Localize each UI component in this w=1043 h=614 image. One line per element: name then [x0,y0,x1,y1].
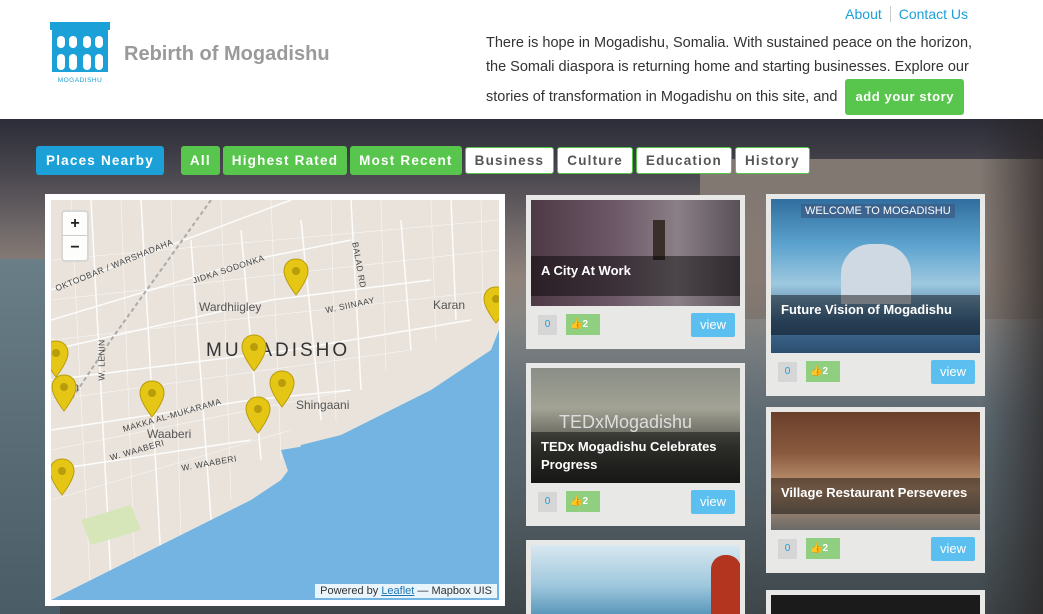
logo-text: MOGADISHU [58,77,103,84]
map-place-label: Karan [433,298,466,312]
story-meta: 0 👍2 view [531,483,740,521]
map-pin-icon[interactable] [51,458,75,496]
map-pin-icon[interactable] [245,396,271,434]
site-header: MOGADISHU Rebirth of Mogadishu About Con… [0,0,1043,119]
story-image[interactable] [531,545,740,614]
comment-count[interactable]: 0 [538,492,557,512]
thumbs-up-icon: 👍 [810,366,823,377]
story-image[interactable]: A City At Work [531,200,740,306]
map-pin-icon[interactable] [483,286,499,324]
contact-us-link[interactable]: Contact Us [891,6,976,22]
like-count: 2 [822,543,829,554]
story-title[interactable]: Future Vision of Mogadishu [771,295,980,335]
comment-count[interactable]: 0 [778,539,797,559]
story-card[interactable]: WELCOME TO MOGADISHU Future Vision of Mo… [766,194,985,396]
comment-count[interactable]: 0 [778,362,797,382]
map-road-label: W. LENIN [96,339,107,381]
leaflet-link[interactable]: Leaflet [381,585,414,597]
like-count: 2 [822,366,829,377]
map-place-label: Wardhiigley [199,300,262,314]
story-meta: 0 👍2 view [771,353,980,391]
site-title[interactable]: Rebirth of Mogadishu [124,43,330,66]
story-meta: 0 👍2 view [531,306,740,344]
story-card[interactable] [766,590,985,614]
welcome-overlay-text: WELCOME TO MOGADISHU [801,204,955,218]
tedx-overlay-text: TEDxMogadishu [559,412,693,432]
attribution-prefix: Powered by [320,585,379,597]
places-nearby-button[interactable]: Places Nearby [36,146,164,175]
zoom-in-button[interactable]: + [63,212,87,236]
filter-bar: Places Nearby All Highest Rated Most Rec… [36,146,813,175]
map-attribution: Powered by Leaflet — Mapbox UIS [315,584,497,598]
story-image[interactable]: TEDxMogadishu TEDx Mogadishu Celebrates … [531,368,740,483]
view-button[interactable]: view [691,313,735,337]
filter-culture[interactable]: Culture [557,147,633,174]
map-pin-icon[interactable] [51,340,69,378]
filter-business[interactable]: Business [464,147,555,174]
filter-education[interactable]: Education [635,147,732,174]
thumbs-up-icon: 👍 [810,543,823,554]
view-button[interactable]: view [691,490,735,514]
story-meta: 0 👍2 view [771,530,980,568]
comment-count[interactable]: 0 [538,315,557,335]
story-card[interactable]: A City At Work 0 👍2 view [526,195,745,349]
filter-history[interactable]: History [734,147,810,174]
like-button[interactable]: 👍2 [566,314,600,335]
like-count: 2 [582,496,589,507]
map-pin-icon[interactable] [51,374,77,412]
thumbs-up-icon: 👍 [570,496,583,507]
like-count: 2 [582,319,589,330]
background-tree [980,119,1043,614]
add-your-story-button[interactable]: add your story [845,79,965,115]
map-pin-icon[interactable] [139,380,165,418]
map-place-label: Shingaani [296,398,350,412]
story-image[interactable]: WELCOME TO MOGADISHU Future Vision of Mo… [771,199,980,353]
story-title[interactable]: A City At Work [531,256,740,296]
map-pin-icon[interactable] [283,258,309,296]
story-image[interactable] [771,595,980,614]
zoom-out-button[interactable]: − [63,236,87,260]
map-pin-icon[interactable] [241,334,267,372]
intro-text: There is hope in Mogadishu, Somalia. Wit… [486,31,976,115]
story-image-figure [653,220,665,260]
view-button[interactable]: view [931,537,975,561]
map-city-label: MUGADISHO [206,340,351,361]
story-card[interactable]: TEDxMogadishu TEDx Mogadishu Celebrates … [526,363,745,526]
filter-most-recent[interactable]: Most Recent [350,146,462,175]
story-title[interactable]: TEDx Mogadishu Celebrates Progress [531,432,740,483]
filter-highest-rated[interactable]: Highest Rated [222,146,348,175]
like-button[interactable]: 👍2 [566,491,600,512]
story-card[interactable]: Village Restaurant Perseveres 0 👍2 view [766,407,985,573]
thumbs-up-icon: 👍 [570,319,583,330]
zoom-control: + − [61,210,89,262]
map-panel: + − MUGADISHO Wardhiigley Karan Shingaan… [45,194,505,606]
like-button[interactable]: 👍2 [806,361,840,382]
filter-all[interactable]: All [180,146,220,175]
story-title[interactable]: Village Restaurant Perseveres [771,478,980,514]
story-image[interactable]: Village Restaurant Perseveres [771,412,980,530]
attribution-suffix: — Mapbox UIS [417,585,492,597]
like-button[interactable]: 👍2 [806,538,840,559]
story-card[interactable] [526,540,745,614]
view-button[interactable]: view [931,360,975,384]
about-link[interactable]: About [837,6,891,22]
story-image-figure [711,555,740,614]
map-canvas[interactable]: + − MUGADISHO Wardhiigley Karan Shingaan… [51,200,499,600]
map-pin-icon[interactable] [269,370,295,408]
top-nav: About Contact Us [837,6,976,22]
mogadishu-logo[interactable]: MOGADISHU [48,20,112,84]
